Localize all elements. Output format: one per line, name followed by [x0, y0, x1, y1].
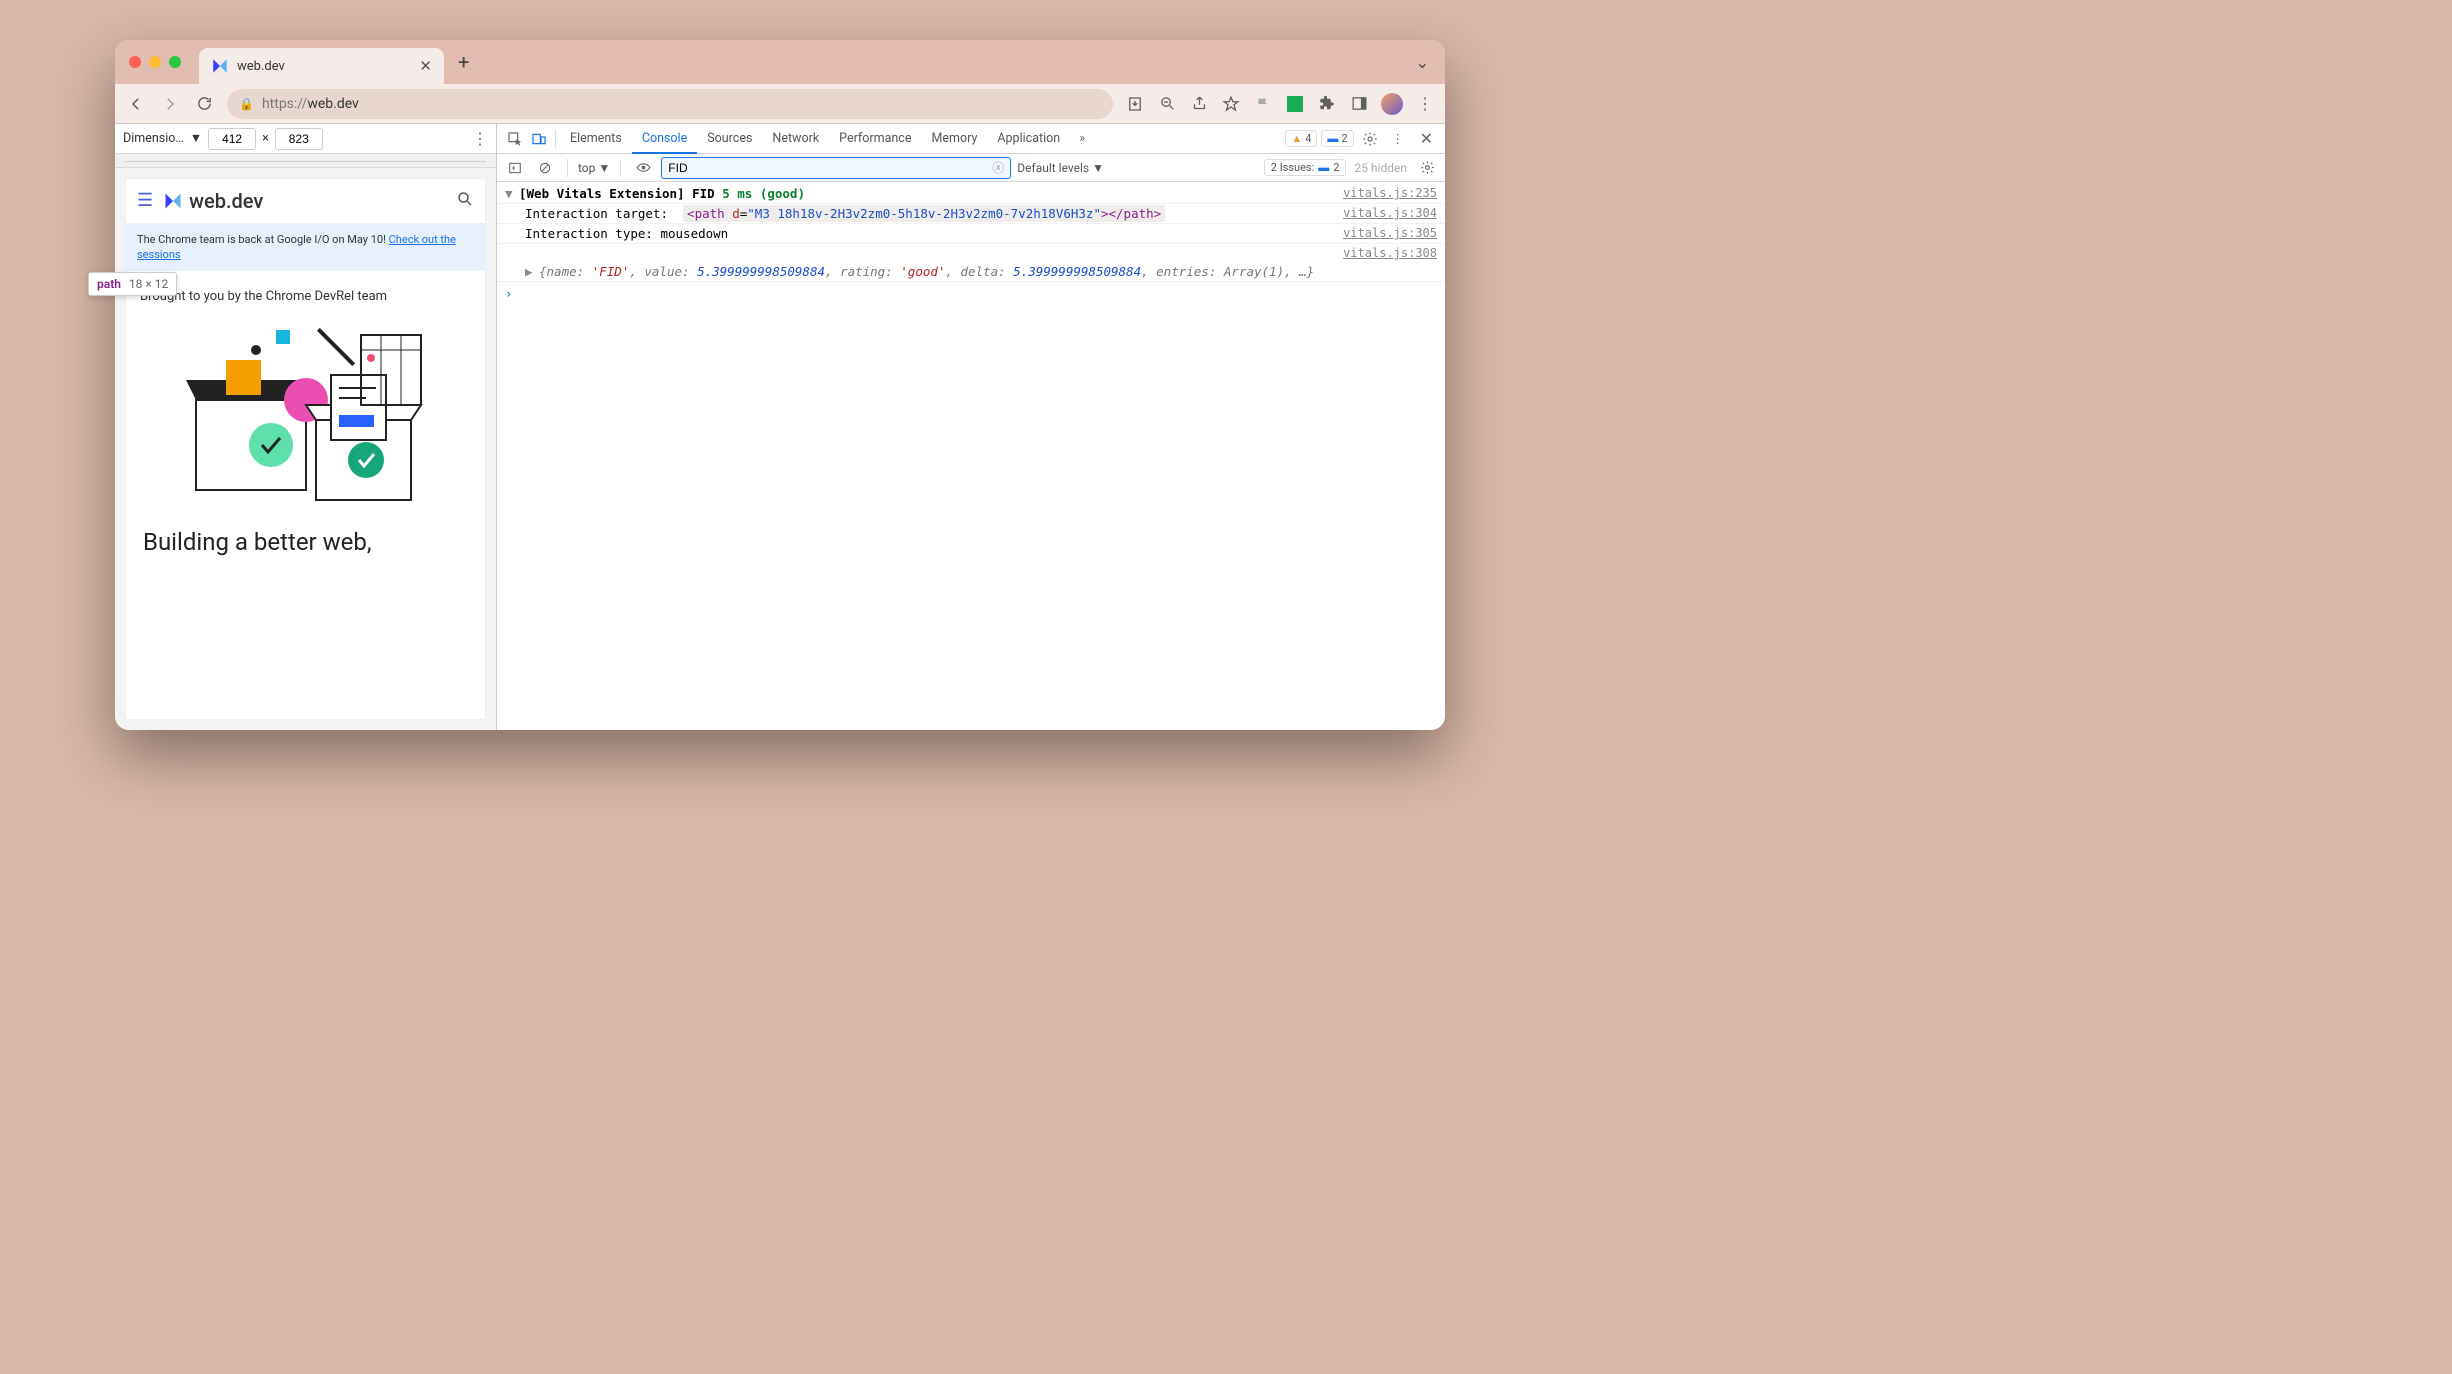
- info-badge[interactable]: ▬2: [1321, 130, 1353, 147]
- forward-button[interactable]: [159, 93, 181, 115]
- address-bar: 🔒 https://web.dev ⋮: [115, 84, 1445, 124]
- device-viewport: ☰ web.dev The Chrome team is back at Goo…: [115, 168, 496, 730]
- new-tab-button[interactable]: +: [458, 50, 469, 74]
- inspect-element-button[interactable]: [503, 127, 527, 151]
- tab-application[interactable]: Application: [987, 124, 1070, 154]
- tooltip-dimensions: 18 × 12: [129, 277, 168, 291]
- element-tooltip: path 18 × 12: [115, 272, 177, 296]
- console-prompt[interactable]: ›: [497, 282, 1445, 305]
- tab-network[interactable]: Network: [762, 124, 829, 154]
- warnings-badge[interactable]: ▲4: [1285, 130, 1317, 147]
- console-row[interactable]: ▶ {name: 'FID', value: 5.399999998509884…: [497, 262, 1445, 282]
- dim-separator: ×: [262, 131, 269, 146]
- console-filter[interactable]: ⓧ: [661, 157, 1011, 179]
- devtools: Elements Console Sources Network Perform…: [497, 124, 1445, 730]
- hero-illustration: [125, 310, 486, 520]
- expand-arrow-icon[interactable]: ▶: [525, 264, 539, 279]
- devtools-tabbar: Elements Console Sources Network Perform…: [497, 124, 1445, 154]
- logo-icon: [163, 191, 183, 211]
- page-logo[interactable]: web.dev: [163, 189, 263, 213]
- page-headline: Building a better web,: [125, 520, 486, 564]
- page-subhead: Brought to you by the Chrome DevRel team: [125, 271, 486, 310]
- main-content: Dimensio… ▼ × ⋮ ☰ web.dev: [115, 124, 1445, 730]
- page-header: ☰ web.dev: [125, 178, 486, 224]
- install-icon[interactable]: [1125, 94, 1145, 114]
- toolbar-right: ⋮: [1125, 93, 1435, 115]
- profile-avatar[interactable]: [1381, 93, 1403, 115]
- source-link[interactable]: vitals.js:235: [1343, 186, 1437, 201]
- dimensions-dropdown-icon[interactable]: ▼: [190, 131, 202, 146]
- share-icon[interactable]: [1189, 94, 1209, 114]
- source-link[interactable]: vitals.js:304: [1343, 206, 1437, 221]
- device-mode-button[interactable]: [527, 127, 551, 151]
- source-link[interactable]: vitals.js:308: [1343, 246, 1437, 260]
- browser-menu-button[interactable]: ⋮: [1415, 94, 1435, 114]
- titlebar: web.dev ✕ + ⌄: [115, 40, 1445, 84]
- devtools-close-button[interactable]: ✕: [1414, 129, 1439, 148]
- announcement-banner: The Chrome team is back at Google I/O on…: [125, 224, 486, 271]
- search-icon[interactable]: [456, 190, 474, 212]
- devtools-settings-button[interactable]: [1358, 127, 1382, 151]
- console-output: ▼ [Web Vitals Extension] FID 5 ms (good)…: [497, 182, 1445, 730]
- reload-button[interactable]: [193, 93, 215, 115]
- device-menu-button[interactable]: ⋮: [472, 129, 488, 148]
- url-text: https://web.dev: [262, 96, 1101, 112]
- console-row[interactable]: ▼ [Web Vitals Extension] FID 5 ms (good)…: [497, 184, 1445, 204]
- tab-overflow-button[interactable]: ⌄: [1416, 53, 1429, 72]
- width-input[interactable]: [208, 128, 256, 150]
- clear-filter-button[interactable]: ⓧ: [992, 159, 1004, 176]
- zoom-icon[interactable]: [1157, 94, 1177, 114]
- more-tabs-button[interactable]: »: [1070, 127, 1094, 151]
- close-tab-button[interactable]: ✕: [419, 57, 432, 75]
- expand-arrow-icon[interactable]: ▼: [505, 186, 519, 201]
- log-levels-selector[interactable]: Default levels ▼: [1017, 161, 1104, 175]
- clear-console-button[interactable]: [533, 156, 557, 180]
- context-selector[interactable]: top ▼: [578, 161, 610, 175]
- back-button[interactable]: [125, 93, 147, 115]
- tooltip-tag: path: [115, 277, 121, 291]
- tab-sources[interactable]: Sources: [697, 124, 762, 154]
- filter-input[interactable]: [668, 161, 992, 175]
- tab-memory[interactable]: Memory: [921, 124, 987, 154]
- source-link[interactable]: vitals.js:305: [1343, 226, 1437, 241]
- lock-icon: 🔒: [239, 97, 254, 111]
- tab-performance[interactable]: Performance: [829, 124, 921, 154]
- side-panel-icon[interactable]: [1349, 94, 1369, 114]
- browser-tab[interactable]: web.dev ✕: [199, 48, 444, 84]
- hidden-count[interactable]: 25 hidden: [1354, 161, 1407, 175]
- console-row[interactable]: vitals.js:308: [497, 244, 1445, 262]
- device-panel: Dimensio… ▼ × ⋮ ☰ web.dev: [115, 124, 497, 730]
- live-expression-button[interactable]: [631, 156, 655, 180]
- device-toolbar: Dimensio… ▼ × ⋮: [115, 124, 496, 154]
- issues-pill[interactable]: 2 Issues: ▬2: [1264, 159, 1347, 176]
- url-box[interactable]: 🔒 https://web.dev: [227, 89, 1113, 119]
- tab-console[interactable]: Console: [632, 124, 697, 154]
- console-toolbar: top ▼ ⓧ Default levels ▼ 2 Issues: ▬2 25…: [497, 154, 1445, 182]
- height-input[interactable]: [275, 128, 323, 150]
- simulated-page: ☰ web.dev The Chrome team is back at Goo…: [125, 178, 486, 720]
- console-settings-button[interactable]: [1415, 156, 1439, 180]
- tab-favicon-icon: [211, 57, 229, 75]
- console-row[interactable]: Interaction type: mousedown vitals.js:30…: [497, 224, 1445, 244]
- extensions-icon[interactable]: [1317, 94, 1337, 114]
- tab-title: web.dev: [237, 59, 411, 74]
- devtools-menu-button[interactable]: ⋮: [1386, 127, 1410, 151]
- hamburger-icon[interactable]: ☰: [137, 190, 153, 211]
- flag-icon[interactable]: [1253, 94, 1273, 114]
- device-ruler: [115, 154, 496, 168]
- bookmark-icon[interactable]: [1221, 94, 1241, 114]
- extension-square-icon[interactable]: [1285, 94, 1305, 114]
- browser-window: web.dev ✕ + ⌄ 🔒 https://web.dev ⋮: [115, 40, 1445, 730]
- traffic-lights: [129, 56, 181, 68]
- close-window-button[interactable]: [129, 56, 141, 68]
- minimize-window-button[interactable]: [149, 56, 161, 68]
- dimensions-label[interactable]: Dimensio…: [123, 131, 184, 146]
- console-row[interactable]: Interaction target: <path d="M3 18h18v-2…: [497, 204, 1445, 224]
- maximize-window-button[interactable]: [169, 56, 181, 68]
- console-sidebar-toggle[interactable]: [503, 156, 527, 180]
- tab-elements[interactable]: Elements: [560, 124, 632, 154]
